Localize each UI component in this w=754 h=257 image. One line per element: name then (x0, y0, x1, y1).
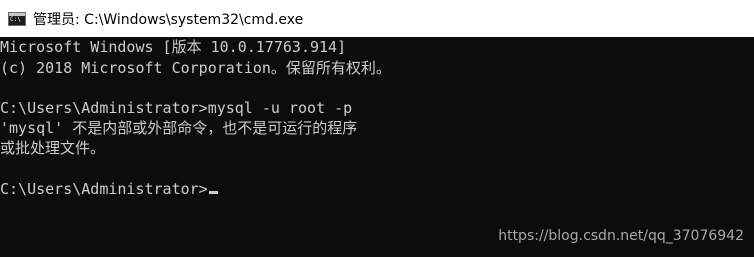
console-line-error: 'mysql' 不是内部或外部命令，也不是可运行的程序 (0, 119, 358, 137)
watermark: https://blog.csdn.net/qq_37076942 (498, 228, 744, 244)
console-line-copyright: (c) 2018 Microsoft Corporation。保留所有权利。 (0, 59, 391, 77)
text-cursor (208, 191, 218, 194)
window-titlebar[interactable]: C:\ 管理员: C:\Windows\system32\cmd.exe (0, 0, 754, 37)
cmd-icon-text: C:\ (10, 15, 21, 23)
prompt-text: C:\Users\Administrator> (0, 180, 208, 198)
console-line-prompt[interactable]: C:\Users\Administrator> (0, 179, 218, 199)
console-output[interactable]: Microsoft Windows [版本 10.0.17763.914] (c… (0, 37, 754, 257)
console-line-command: C:\Users\Administrator>mysql -u root -p (0, 99, 353, 117)
window-title: 管理员: C:\Windows\system32\cmd.exe (33, 11, 304, 28)
console-line-version: Microsoft Windows [版本 10.0.17763.914] (0, 38, 347, 56)
cmd-icon[interactable]: C:\ (8, 11, 26, 26)
console-line-error-cont: 或批处理文件。 (0, 139, 106, 157)
